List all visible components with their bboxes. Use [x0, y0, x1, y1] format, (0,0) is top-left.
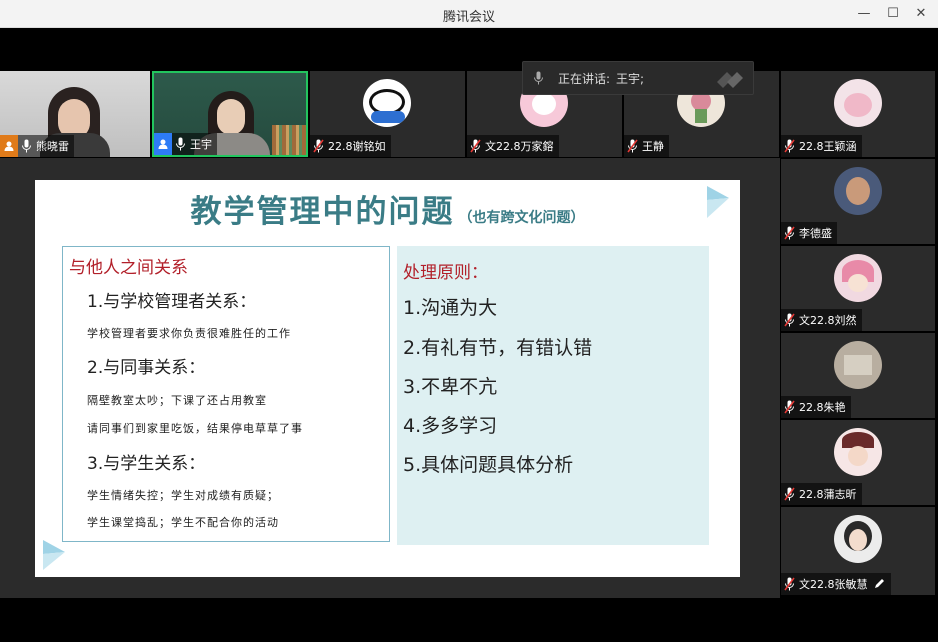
cohost-icon: [154, 133, 172, 155]
video-tile-10[interactable]: 22.8蒲志昕: [781, 420, 935, 505]
participant-name: 文22.8万家鎔: [485, 140, 554, 153]
principle-item: 5.具体问题具体分析: [403, 454, 574, 476]
mic-muted-icon: [470, 139, 481, 153]
participant-name: 22.8王颖涵: [799, 140, 857, 153]
participant-name: 22.8蒲志昕: [799, 488, 857, 501]
video-tile-9[interactable]: 22.8朱艳: [781, 333, 935, 418]
mic-icon: [533, 71, 544, 85]
section-students: 3.与学生关系：: [87, 454, 206, 474]
watermark-icon: [713, 68, 745, 90]
video-tile-7[interactable]: 李德盛: [781, 159, 935, 244]
video-tile-6[interactable]: 22.8王颖涵: [781, 71, 935, 157]
participant-name: 22.8朱艳: [799, 401, 846, 414]
mic-muted-icon: [784, 139, 795, 153]
minimize-icon[interactable]: —: [852, 4, 876, 24]
avatar: [834, 515, 882, 563]
mic-muted-icon: [784, 313, 795, 327]
section-colleagues: 2.与同事关系：: [87, 358, 206, 378]
avatar: [834, 79, 882, 127]
decor-chevron-icon: [43, 540, 67, 574]
avatar: [363, 79, 411, 127]
participant-name: 李德盛: [799, 227, 832, 240]
video-tile-3[interactable]: 22.8谢铭如: [310, 71, 465, 157]
avatar: [834, 167, 882, 215]
principle-item: 2.有礼有节，有错认错: [403, 337, 593, 359]
window-title: 腾讯会议: [442, 10, 495, 25]
participant-name: 王静: [642, 140, 664, 153]
mic-icon: [175, 137, 186, 151]
avatar: [834, 254, 882, 302]
relations-box: 与他人之间关系 1.与学校管理者关系： 学校管理者要求你负责很难胜任的工作 2.…: [62, 246, 390, 542]
speaking-name: 王宇;: [616, 71, 645, 86]
host-icon: [0, 135, 18, 157]
mic-muted-icon: [784, 400, 795, 414]
speaking-label: 正在讲话:: [558, 71, 611, 86]
mic-muted-icon: [784, 577, 795, 591]
video-tile-11[interactable]: 文22.8张敏慧: [781, 507, 935, 595]
principle-item: 3.不卑不亢: [403, 376, 498, 398]
relations-heading: 与他人之间关系: [69, 258, 188, 278]
participant-name: 文22.8刘然: [799, 314, 857, 327]
slide-subtitle: （也有跨文化问题）: [458, 210, 585, 226]
participant-name: 熊晓雷: [36, 140, 69, 153]
students-detail-1: 学生情绪失控；学生对成绩有质疑；: [87, 489, 279, 502]
students-detail-2: 学生课堂捣乱；学生不配合你的活动: [87, 516, 279, 529]
section-admin: 1.与学校管理者关系：: [87, 292, 257, 312]
mic-muted-icon: [784, 487, 795, 501]
principle-item: 1.沟通为大: [403, 297, 498, 319]
maximize-icon[interactable]: ☐: [881, 4, 905, 24]
participant-name: 文22.8张敏慧: [799, 578, 868, 591]
mic-muted-icon: [313, 139, 324, 153]
shared-slide: 教学管理中的问题 （也有跨文化问题） 与他人之间关系 1.与学校管理者关系： 学校…: [35, 180, 740, 577]
participant-name: 王宇: [190, 138, 212, 151]
admin-detail: 学校管理者要求你负责很难胜任的工作: [87, 327, 291, 340]
principles-heading: 处理原则：: [403, 263, 488, 283]
pencil-icon: [874, 577, 886, 592]
video-tile-8[interactable]: 文22.8刘然: [781, 246, 935, 331]
video-tile-1[interactable]: 熊晓雷: [0, 71, 150, 157]
title-bar: 腾讯会议 — ☐ ✕: [0, 0, 938, 28]
avatar: [834, 428, 882, 476]
participant-name: 22.8谢铭如: [328, 140, 386, 153]
principles-box: 处理原则： 1.沟通为大 2.有礼有节，有错认错 3.不卑不亢 4.多多学习 5…: [397, 246, 709, 545]
mic-muted-icon: [784, 226, 795, 240]
mic-icon: [21, 139, 32, 153]
slide-title: 教学管理中的问题 （也有跨文化问题）: [35, 186, 740, 231]
slide-title-main: 教学管理中的问题: [190, 194, 455, 230]
mic-muted-icon: [627, 139, 638, 153]
avatar: [834, 341, 882, 389]
colleagues-detail-2: 请同事们到家里吃饭，结果停电草草了事: [87, 422, 303, 435]
close-icon[interactable]: ✕: [909, 4, 933, 24]
video-tile-2[interactable]: 王宇: [152, 71, 308, 157]
colleagues-detail-1: 隔壁教室太吵；下课了还占用教室: [87, 394, 267, 407]
speaking-indicator: 正在讲话: 王宇;: [522, 61, 754, 95]
principle-item: 4.多多学习: [403, 415, 498, 437]
decor-chevron-icon: [707, 186, 733, 222]
